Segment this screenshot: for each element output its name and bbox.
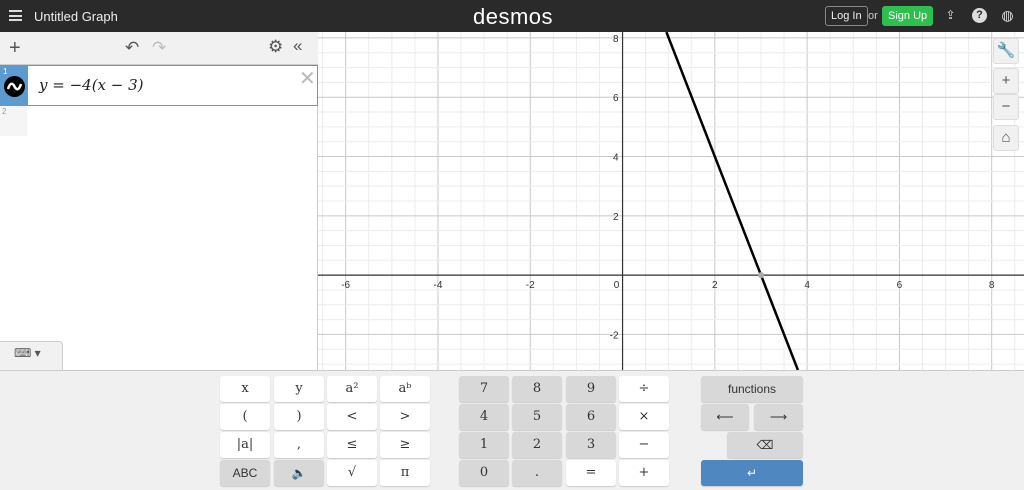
expression-index: 2 xyxy=(2,107,7,116)
key-2[interactable]: a² xyxy=(327,376,377,402)
key-num-14[interactable]: = xyxy=(566,460,616,486)
collapse-list-icon[interactable]: « xyxy=(293,36,302,56)
key-6[interactable]: < xyxy=(327,404,377,430)
backspace-button[interactable]: ⌫ xyxy=(727,432,803,458)
functions-button[interactable]: functions xyxy=(701,376,803,402)
expression-tab[interactable]: 1 xyxy=(1,66,28,106)
y-tick-label: 8 xyxy=(613,34,619,45)
globe-icon[interactable]: ◍ xyxy=(1000,8,1015,23)
settings-gear-icon[interactable]: ⚙ xyxy=(268,37,283,57)
x-tick-label: 2 xyxy=(712,280,718,291)
x-tick-label: -4 xyxy=(434,280,443,291)
key-1[interactable]: y xyxy=(274,376,324,402)
desmos-logo: desmos xyxy=(473,4,554,29)
menu-icon[interactable] xyxy=(9,10,22,21)
key-num-13[interactable]: . xyxy=(512,460,562,486)
key-num-2[interactable]: 9 xyxy=(566,376,616,402)
login-button[interactable]: Log In xyxy=(825,6,868,26)
key-num-10[interactable]: 3 xyxy=(566,432,616,458)
expression-input[interactable]: y = −4(x − 3) xyxy=(39,76,144,94)
expression-index: 1 xyxy=(3,67,8,76)
x-tick-label: 4 xyxy=(804,280,810,291)
share-icon[interactable]: ⇪ xyxy=(943,8,958,23)
or-text: or xyxy=(868,10,878,22)
y-tick-label: 4 xyxy=(613,153,619,164)
key-num-6[interactable]: 6 xyxy=(566,404,616,430)
graph-style-icon[interactable] xyxy=(4,76,25,97)
key-num-0[interactable]: 7 xyxy=(459,376,509,402)
keyboard-toggle-button[interactable]: ⌨ ▾ xyxy=(0,341,63,370)
key-3[interactable]: aᵇ xyxy=(380,376,430,402)
graph-title[interactable]: Untitled Graph xyxy=(34,9,118,24)
enter-button[interactable]: ↵ xyxy=(701,460,803,486)
key-num-11[interactable]: − xyxy=(619,432,669,458)
key-num-3[interactable]: ÷ xyxy=(619,376,669,402)
graph-settings-wrench-icon[interactable]: 🔧 xyxy=(993,38,1019,64)
key-5[interactable]: ) xyxy=(274,404,324,430)
y-tick-label: -2 xyxy=(610,330,619,341)
key-num-9[interactable]: 2 xyxy=(512,432,562,458)
redo-icon[interactable]: ↷ xyxy=(152,38,166,58)
x-tick-label: -6 xyxy=(341,280,350,291)
key-8[interactable]: |a| xyxy=(220,432,270,458)
right-arrow-button[interactable]: ⟶ xyxy=(754,404,803,430)
top-bar: Untitled Graph desmos Log In or Sign Up … xyxy=(0,0,1024,32)
expression-row-2[interactable]: 2 xyxy=(0,106,27,136)
key-num-1[interactable]: 8 xyxy=(512,376,562,402)
key-13[interactable]: 🔈 xyxy=(274,460,324,486)
delete-expression-icon[interactable]: ✕ xyxy=(299,66,316,91)
zoom-in-button[interactable]: + xyxy=(993,68,1019,94)
keyboard-icon: ⌨ ▾ xyxy=(14,346,41,360)
zoom-out-button[interactable]: − xyxy=(993,94,1019,120)
key-num-4[interactable]: 4 xyxy=(459,404,509,430)
add-expression-icon[interactable]: + xyxy=(9,37,21,60)
y-tick-label: 6 xyxy=(613,93,619,104)
undo-icon[interactable]: ↶ xyxy=(125,38,139,58)
left-arrow-button[interactable]: ⟵ xyxy=(701,404,749,430)
x-tick-label: 8 xyxy=(989,280,995,291)
key-10[interactable]: ≤ xyxy=(327,432,377,458)
key-11[interactable]: ≥ xyxy=(380,432,430,458)
keypad: x y a² aᵇ () < > |a|, ≤ ≥ ABC 🔈 √ π 7 8 9 ÷ 4 5 6 × 1 2 3− 0. = + fu… xyxy=(0,370,1024,490)
x-tick-label: 6 xyxy=(897,280,903,291)
key-num-15[interactable]: + xyxy=(619,460,669,486)
key-12[interactable]: ABC xyxy=(220,460,270,486)
key-num-8[interactable]: 1 xyxy=(459,432,509,458)
y-tick-label: 2 xyxy=(613,212,619,223)
key-9[interactable]: , xyxy=(274,432,324,458)
key-num-12[interactable]: 0 xyxy=(459,460,509,486)
home-icon[interactable]: ⌂ xyxy=(993,125,1019,151)
key-num-5[interactable]: 5 xyxy=(512,404,562,430)
expression-toolbar: + ↶ ↷ ⚙ « xyxy=(0,32,318,65)
x-tick-label: 0 xyxy=(614,280,620,291)
key-0[interactable]: x xyxy=(220,376,270,402)
signup-button[interactable]: Sign Up xyxy=(882,6,934,26)
key-4[interactable]: ( xyxy=(220,404,270,430)
key-7[interactable]: > xyxy=(380,404,430,430)
expression-row-1[interactable]: 1 y = −4(x − 3) ✕ xyxy=(0,65,318,106)
key-14[interactable]: √ xyxy=(327,460,377,486)
help-icon[interactable]: ? xyxy=(972,8,987,23)
key-15[interactable]: π xyxy=(380,460,430,486)
x-intercept-point xyxy=(757,272,764,279)
key-num-7[interactable]: × xyxy=(619,404,669,430)
expression-list: + ↶ ↷ ⚙ « 1 y = −4(x − 3) ✕ 2 ⌨ ▾ xyxy=(0,32,318,370)
graph-canvas[interactable]: -6 -4 -2 0 2 4 6 8 -2 2 4 6 8 xyxy=(318,32,1024,370)
x-tick-label: -2 xyxy=(526,280,535,291)
